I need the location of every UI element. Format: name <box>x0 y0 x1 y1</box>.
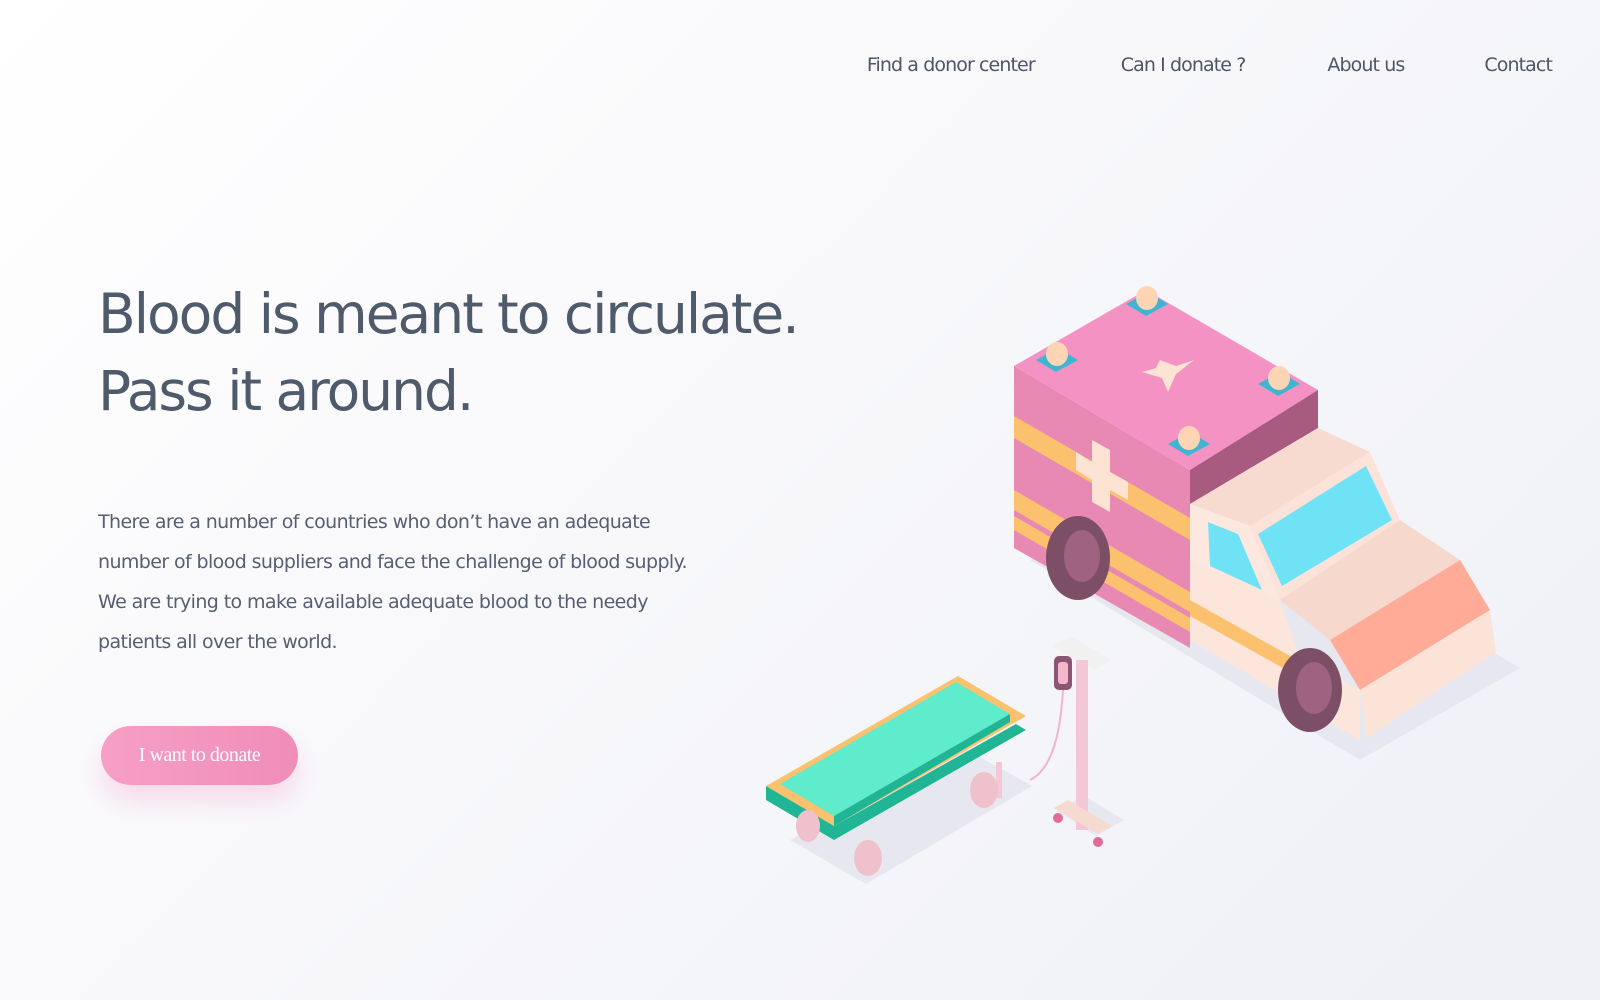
nav-find-donor-center[interactable]: Find a donor center <box>867 54 1036 76</box>
main-nav: Find a donor center Can I donate ? About… <box>867 54 1553 76</box>
hero-description: There are a number of countries who don’… <box>98 511 688 653</box>
stretcher-illustration <box>766 676 1032 884</box>
hero-headline: Blood is meant to circulate. Pass it aro… <box>98 276 858 430</box>
hero-headline-line2: Pass it around. <box>98 359 474 423</box>
hero-headline-line1: Blood is meant to circulate. <box>98 282 800 346</box>
nav-contact[interactable]: Contact <box>1484 54 1553 76</box>
hero: Blood is meant to circulate. Pass it aro… <box>98 276 858 430</box>
ambulance-illustration <box>1014 286 1520 760</box>
nav-can-i-donate[interactable]: Can I donate ? <box>1121 54 1247 76</box>
nav-about-us[interactable]: About us <box>1327 54 1405 76</box>
ambulance-stretcher-illustration <box>766 286 1520 884</box>
iv-stand-illustration <box>1029 636 1124 847</box>
donate-button[interactable]: I want to donate <box>101 726 298 785</box>
